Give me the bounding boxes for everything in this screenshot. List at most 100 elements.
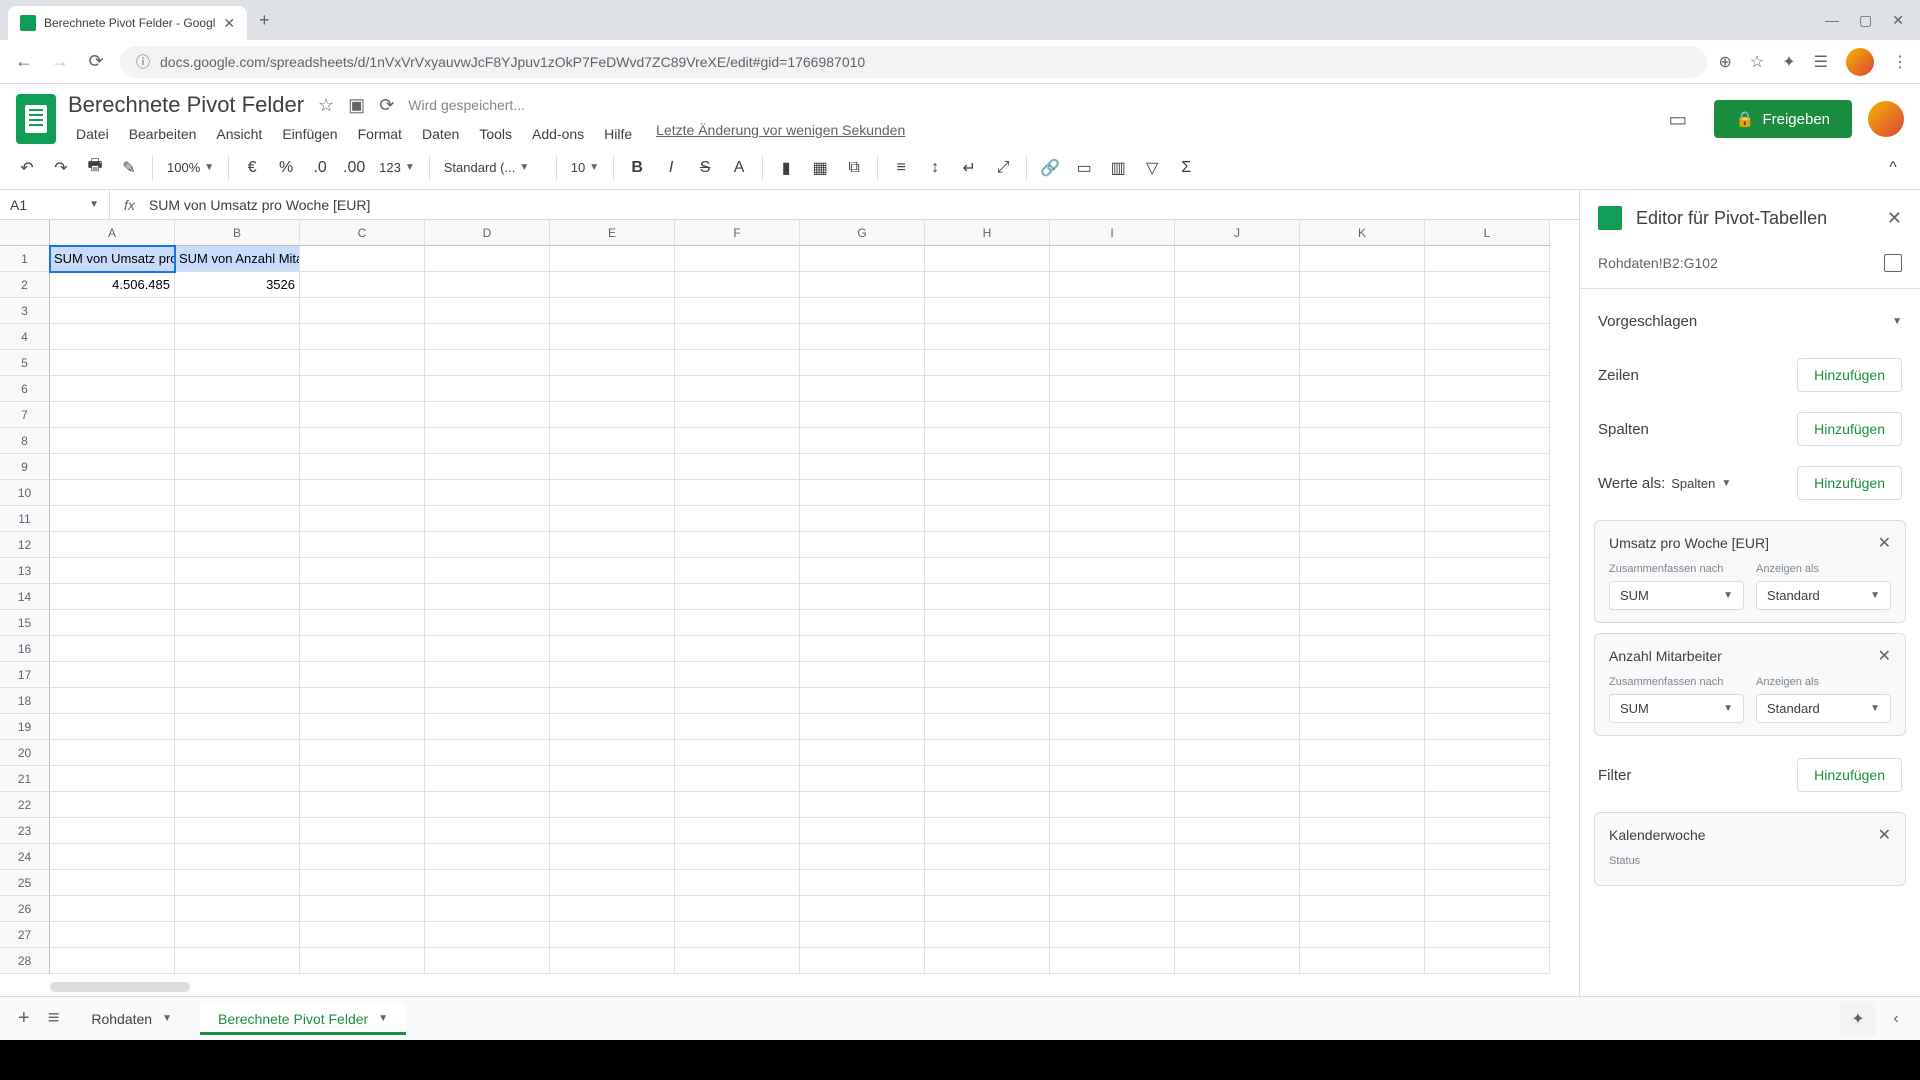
row-header[interactable]: 10	[0, 480, 50, 506]
cell[interactable]	[1300, 558, 1425, 584]
cell[interactable]	[1300, 688, 1425, 714]
menu-help[interactable]: Hilfe	[596, 122, 640, 146]
cell[interactable]	[425, 662, 550, 688]
cell[interactable]	[1425, 298, 1550, 324]
select-all-corner[interactable]	[0, 220, 50, 246]
cell[interactable]	[550, 584, 675, 610]
cell[interactable]	[675, 480, 800, 506]
cell[interactable]	[1175, 740, 1300, 766]
select-range-icon[interactable]	[1884, 254, 1902, 272]
cell[interactable]	[925, 870, 1050, 896]
cell[interactable]	[300, 350, 425, 376]
cell[interactable]	[800, 714, 925, 740]
cell[interactable]	[1425, 584, 1550, 610]
column-header[interactable]: J	[1175, 220, 1300, 246]
cell[interactable]	[675, 818, 800, 844]
cell[interactable]	[1425, 246, 1550, 272]
cell[interactable]	[675, 636, 800, 662]
cell[interactable]	[550, 922, 675, 948]
cell[interactable]	[1050, 428, 1175, 454]
cell[interactable]	[1175, 792, 1300, 818]
row-header[interactable]: 26	[0, 896, 50, 922]
cell[interactable]	[50, 402, 175, 428]
cell[interactable]	[925, 896, 1050, 922]
cell[interactable]	[1300, 298, 1425, 324]
cell[interactable]	[50, 350, 175, 376]
browser-menu-icon[interactable]: ⋮	[1892, 52, 1908, 72]
cell[interactable]	[1300, 402, 1425, 428]
text-wrap-icon[interactable]: ↵	[954, 153, 984, 183]
cell[interactable]	[175, 766, 300, 792]
cell[interactable]	[175, 948, 300, 974]
cell[interactable]	[800, 402, 925, 428]
cell[interactable]	[175, 558, 300, 584]
cell[interactable]	[800, 558, 925, 584]
cell[interactable]	[800, 636, 925, 662]
cell[interactable]	[1175, 532, 1300, 558]
cell[interactable]	[675, 376, 800, 402]
bookmark-star-icon[interactable]: ☆	[1750, 52, 1764, 72]
cell[interactable]	[1175, 610, 1300, 636]
cell[interactable]	[175, 532, 300, 558]
row-header[interactable]: 5	[0, 350, 50, 376]
cell[interactable]	[425, 584, 550, 610]
row-header[interactable]: 12	[0, 532, 50, 558]
row-header[interactable]: 3	[0, 298, 50, 324]
cell[interactable]	[425, 896, 550, 922]
cell[interactable]	[550, 688, 675, 714]
cell[interactable]	[675, 948, 800, 974]
cell[interactable]	[425, 636, 550, 662]
cell[interactable]	[300, 428, 425, 454]
cell[interactable]	[175, 350, 300, 376]
column-header[interactable]: H	[925, 220, 1050, 246]
cell[interactable]	[550, 376, 675, 402]
cell[interactable]	[1050, 740, 1175, 766]
cell[interactable]	[300, 480, 425, 506]
row-header[interactable]: 15	[0, 610, 50, 636]
cell[interactable]	[50, 948, 175, 974]
cell[interactable]	[550, 558, 675, 584]
cell[interactable]	[50, 896, 175, 922]
cell[interactable]	[800, 246, 925, 272]
cell[interactable]	[550, 272, 675, 298]
undo-icon[interactable]: ↶	[12, 153, 42, 183]
cell[interactable]	[300, 532, 425, 558]
cell[interactable]	[925, 610, 1050, 636]
cell[interactable]	[1425, 506, 1550, 532]
cell[interactable]	[1425, 558, 1550, 584]
horizontal-scrollbar[interactable]	[50, 982, 190, 992]
cell[interactable]	[925, 714, 1050, 740]
chevron-down-icon[interactable]: ▼	[378, 1013, 388, 1024]
cell[interactable]	[1050, 844, 1175, 870]
row-header[interactable]: 11	[0, 506, 50, 532]
print-icon[interactable]: 🖶	[80, 153, 110, 183]
cell[interactable]	[1050, 662, 1175, 688]
name-box[interactable]: A1 ▼	[0, 190, 110, 219]
show-as-select[interactable]: Standard▼	[1756, 581, 1891, 610]
cloud-status-icon[interactable]: ⟳	[379, 95, 394, 116]
cell[interactable]	[50, 532, 175, 558]
cell[interactable]	[800, 454, 925, 480]
comments-icon[interactable]: ▭	[1658, 99, 1698, 139]
cell[interactable]	[1300, 870, 1425, 896]
cell[interactable]	[675, 298, 800, 324]
cell[interactable]	[800, 376, 925, 402]
cell[interactable]	[925, 922, 1050, 948]
row-header[interactable]: 7	[0, 402, 50, 428]
cell[interactable]	[675, 714, 800, 740]
cell[interactable]	[925, 272, 1050, 298]
browser-tab[interactable]: Berechnete Pivot Felder - Googl ✕	[8, 6, 247, 40]
cell[interactable]	[675, 246, 800, 272]
cell[interactable]	[300, 922, 425, 948]
cell[interactable]	[1300, 480, 1425, 506]
cell[interactable]	[550, 324, 675, 350]
cell[interactable]	[1050, 818, 1175, 844]
profile-avatar-icon[interactable]	[1846, 48, 1874, 76]
sheet-tab-pivot[interactable]: Berechnete Pivot Felder ▼	[200, 1003, 406, 1035]
column-header[interactable]: G	[800, 220, 925, 246]
row-header[interactable]: 2	[0, 272, 50, 298]
filter-icon[interactable]: ▽	[1137, 153, 1167, 183]
cell[interactable]	[425, 350, 550, 376]
cell[interactable]	[1050, 922, 1175, 948]
cell[interactable]	[1425, 844, 1550, 870]
